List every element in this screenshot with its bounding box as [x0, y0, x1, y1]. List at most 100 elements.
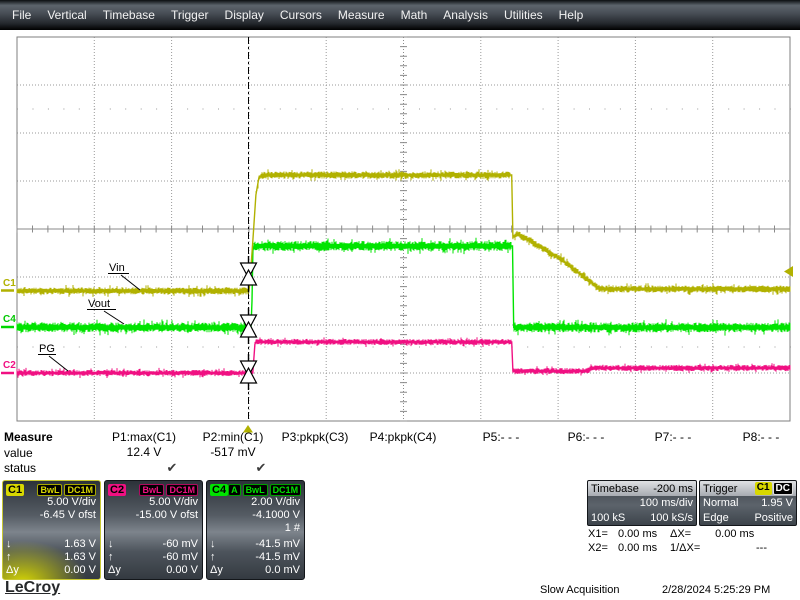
cursor-marker-c2[interactable] [241, 354, 257, 390]
pg-label: PG [39, 343, 55, 355]
p2-value: -517 mV [171, 445, 295, 460]
trace-noise-c2 [17, 337, 790, 378]
x2-value: 0.00 ms [618, 541, 670, 555]
c2-bwl-badge: BwL [139, 484, 164, 496]
down-arrow-icon: ↓ [210, 538, 216, 551]
trace-layer [17, 169, 790, 378]
delta-y-icon: Δy [108, 564, 121, 577]
trace-noise-c4 [17, 238, 790, 336]
timebase-box[interactable]: Timebase -200 ms 100 ms/div 100 kS 100 k… [587, 480, 697, 526]
menu-measure[interactable]: Measure [338, 8, 385, 22]
c2-cursor-low: -60 mV [163, 538, 198, 551]
menu-vertical[interactable]: Vertical [47, 8, 86, 22]
menu-file[interactable]: File [12, 8, 31, 22]
trigger-coupling-badge: DC [773, 482, 793, 495]
annotation-vout: Vout [87, 298, 124, 324]
grid-dot-rows [17, 109, 791, 347]
timebase-samples: 100 kS [591, 511, 625, 526]
menu-analysis[interactable]: Analysis [443, 8, 488, 22]
c2-offset: -15.00 V ofst [108, 509, 198, 522]
trigger-source-badge: C1 [755, 482, 772, 495]
up-arrow-icon: ↑ [6, 551, 12, 564]
cursor-marker-c4[interactable] [241, 308, 257, 344]
inv-dx-label: 1/ΔX= [670, 541, 712, 555]
channel-box-c1[interactable]: C1 BwL DC1M 5.00 V/div -6.45 V ofst ↓1.6… [2, 480, 101, 580]
channel-box-c4[interactable]: C4 A BwL DC1M 2.00 V/div -4.1000 V 1 # ↓… [206, 480, 305, 580]
channel-indicator-c2[interactable]: C2 [1, 360, 16, 373]
vout-label: Vout [88, 298, 110, 310]
vin-callout-line [121, 275, 140, 290]
menu-help[interactable]: Help [559, 8, 584, 22]
p2-status-check: ✔ [199, 460, 323, 475]
menu-trigger[interactable]: Trigger [171, 8, 209, 22]
x1-label: X1= [588, 527, 618, 541]
c4-cursor-delta: 0.0 mV [265, 564, 300, 577]
c4-coupling-badge: DC1M [270, 484, 302, 496]
c1-coupling-badge: DC1M [64, 484, 96, 496]
channel-indicator-c1[interactable]: C1 [1, 278, 16, 291]
menu-display[interactable]: Display [225, 8, 264, 22]
c4-channel-badge: C4 [210, 484, 228, 496]
trigger-title: Trigger [703, 483, 737, 495]
x2-label: X2= [588, 541, 618, 555]
c4-offset: -4.1000 V [210, 509, 300, 522]
trace-base-c4 [17, 246, 790, 327]
c4-cursor-low: -41.5 mV [255, 538, 300, 551]
c2-tag: C2 [3, 360, 16, 371]
down-arrow-icon: ↓ [6, 538, 12, 551]
down-arrow-icon: ↓ [108, 538, 114, 551]
channel-box-c2[interactable]: C2 BwL DC1M 5.00 V/div -15.00 V ofst ↓ -6… [104, 480, 203, 580]
measure-value-row-label: value [4, 446, 33, 460]
trigger-type: Edge [703, 511, 729, 526]
menu-bar: File Vertical Timebase Trigger Display C… [0, 0, 800, 30]
trigger-slope: Positive [754, 511, 793, 526]
menu-math[interactable]: Math [401, 8, 428, 22]
timebase-title: Timebase [591, 483, 639, 495]
c2-channel-badge: C2 [108, 484, 126, 496]
grid-border [17, 37, 790, 421]
c1-offset: -6.45 V ofst [6, 509, 96, 522]
trace-base-c1 [17, 175, 790, 291]
grid-minor-ticks [17, 37, 790, 421]
c2-cursor-delta: 0.00 V [166, 564, 198, 577]
timebase-rate: 100 kS/s [650, 511, 693, 526]
c2-coupling-badge: DC1M [166, 484, 198, 496]
c2-cursor-high: -60 mV [163, 551, 198, 564]
delta-y-icon: Δy [6, 564, 19, 577]
c2-volts-per-div: 5.00 V/div [108, 496, 198, 509]
c4-sweeps: 1 # [210, 522, 300, 535]
trace-base-c2 [17, 342, 790, 373]
c4-cursor-high: -41.5 mV [255, 551, 300, 564]
trace-c2 [17, 337, 790, 378]
timebase-scale: 100 ms/div [640, 496, 693, 511]
pg-callout-line [49, 356, 68, 371]
menu-cursors[interactable]: Cursors [280, 8, 322, 22]
c4-tag: C4 [3, 314, 16, 325]
measure-col-p8[interactable]: P8:- - - [699, 430, 800, 445]
menu-utilities[interactable]: Utilities [504, 8, 543, 22]
up-arrow-icon: ↑ [108, 551, 114, 564]
c1-channel-badge: C1 [6, 484, 24, 496]
trigger-box[interactable]: Trigger C1 DC Normal 1.95 V Edge Positiv… [699, 480, 797, 526]
cursor-readout: X1=0.00 msΔX= 0.00 ms X2=0.00 ms1/ΔX=--- [588, 527, 798, 555]
trigger-mode: Normal [703, 496, 738, 511]
lecroy-logo: LeCroy [5, 579, 60, 597]
cursor-marker-c1[interactable] [241, 256, 257, 292]
up-arrow-icon: ↑ [210, 551, 216, 564]
c1-volts-per-div: 5.00 V/div [6, 496, 96, 509]
channel-indicator-c4[interactable]: C4 [1, 314, 16, 327]
measure-status-row-label: status [4, 461, 36, 475]
trace-c1 [17, 169, 790, 297]
annotation-pg: PG [38, 343, 68, 371]
dx-value: 0.00 ms [715, 528, 754, 540]
oscilloscope-screen: { "menu": {"items": ["File","Vertical","… [0, 0, 800, 600]
trigger-level-marker[interactable] [784, 266, 793, 277]
x1-value: 0.00 ms [618, 527, 670, 541]
menu-timebase[interactable]: Timebase [103, 8, 155, 22]
graticule [17, 37, 791, 421]
c4-volts-per-div: 2.00 V/div [210, 496, 300, 509]
vout-callout-line [104, 311, 124, 324]
c1-bwl-badge: BwL [37, 484, 62, 496]
c4-average-badge: A [228, 484, 241, 496]
p8-label: P8:- - - [699, 430, 800, 445]
